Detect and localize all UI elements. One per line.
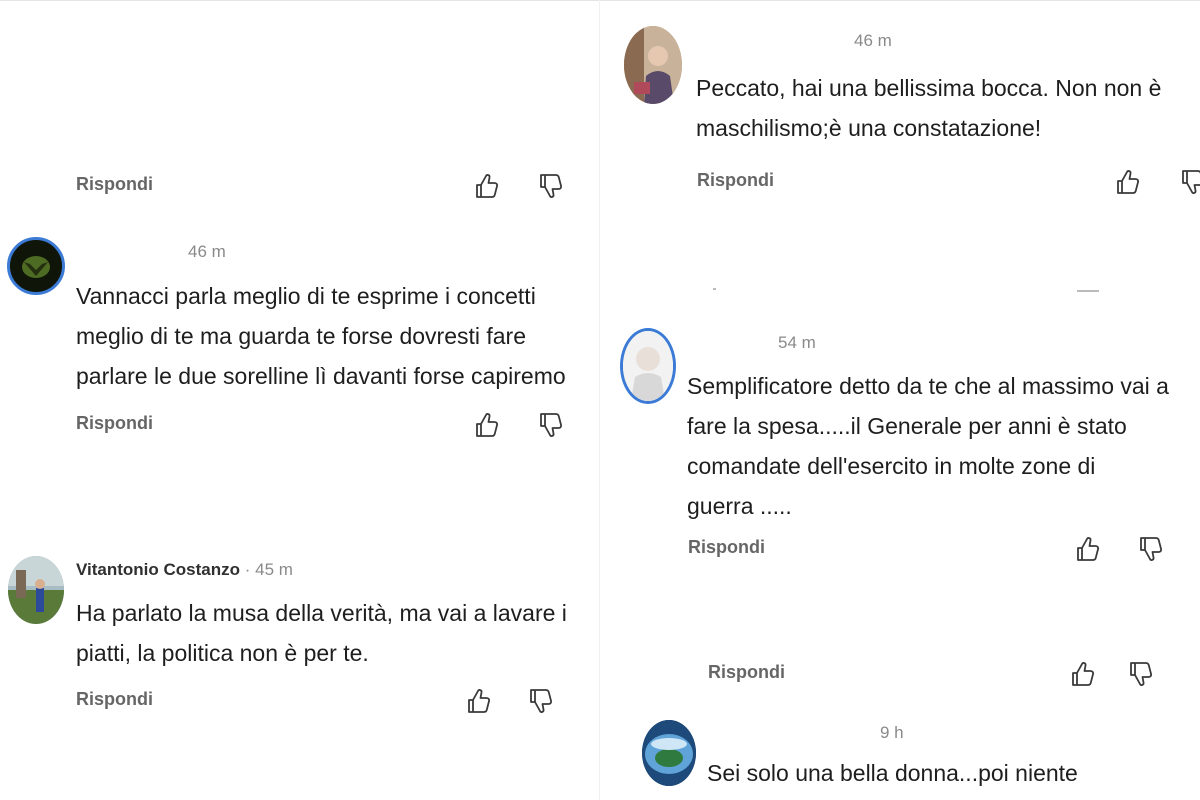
avatar[interactable] — [8, 556, 64, 624]
avatar[interactable] — [620, 328, 676, 404]
thumbs-down-icon[interactable] — [538, 411, 564, 439]
thumbs-down-icon[interactable] — [1128, 660, 1154, 688]
comment-text: Peccato, hai una bellissima bocca. Non n… — [696, 68, 1161, 148]
avatar[interactable] — [7, 237, 65, 295]
comment-line: guerra ..... — [687, 493, 792, 519]
comment-line: meglio di te ma guarda te forse dovresti… — [76, 323, 527, 349]
comment-author[interactable]: Vitantonio Costanzo — [76, 560, 240, 579]
reply-button[interactable]: Rispondi — [697, 170, 774, 191]
avatar[interactable] — [624, 26, 682, 104]
comment-timestamp: 46 m — [854, 31, 892, 50]
reply-button[interactable]: Rispondi — [76, 689, 153, 710]
thumbs-up-icon[interactable] — [1075, 535, 1101, 563]
comment-line: comandate dell'esercito in molte zone di — [687, 453, 1096, 479]
comment-line: Ha parlato la musa della verità, ma vai … — [76, 600, 567, 626]
top-divider — [600, 0, 1200, 13]
thumbs-up-icon[interactable] — [474, 172, 500, 200]
comment-line: fare la spesa.....il Generale per anni è… — [687, 413, 1127, 439]
thumbs-down-icon[interactable] — [1138, 535, 1164, 563]
comment-meta: Vitantonio Costanzo · 45 m — [76, 560, 293, 580]
comment-text: Ha parlato la musa della verità, ma vai … — [76, 593, 567, 673]
thumbs-down-icon[interactable] — [1180, 168, 1200, 196]
comment-timestamp: 54 m — [778, 333, 816, 352]
right-comments-panel: 46 m Peccato, hai una bellissima bocca. … — [600, 0, 1200, 800]
comment-line: Peccato, hai una bellissima bocca. Non n… — [696, 75, 1162, 101]
reply-button[interactable]: Rispondi — [688, 537, 765, 558]
comment-text: Sei solo una bella donna...poi niente — [707, 753, 1078, 793]
comment-line: Semplificatore detto da te che al massim… — [687, 373, 1169, 399]
comment-line: piatti, la politica non è per te. — [76, 640, 369, 666]
comment-line: parlare le due sorelline lì davanti fors… — [76, 363, 566, 389]
clipped-fragment — [1077, 290, 1099, 292]
avatar[interactable] — [642, 720, 696, 786]
comment-timestamp: 45 m — [255, 560, 293, 579]
reply-button[interactable]: Rispondi — [708, 662, 785, 683]
thumbs-down-icon[interactable] — [538, 172, 564, 200]
comment-timestamp: 9 h — [880, 723, 904, 742]
thumbs-up-icon[interactable] — [1115, 168, 1141, 196]
thumbs-down-icon[interactable] — [528, 687, 554, 715]
comment-line: Vannacci parla meglio di te esprime i co… — [76, 283, 536, 309]
comment-line: maschilismo;è una constatazione! — [696, 115, 1042, 141]
comment-line: Sei solo una bella donna...poi niente — [707, 760, 1078, 786]
comment-timestamp: 46 m — [188, 242, 226, 261]
top-divider — [0, 0, 600, 13]
reply-button[interactable]: Rispondi — [76, 174, 153, 195]
meta-separator: · — [240, 560, 256, 579]
thumbs-up-icon[interactable] — [1070, 660, 1096, 688]
comment-text: Semplificatore detto da te che al massim… — [687, 366, 1169, 526]
comment-text: Vannacci parla meglio di te esprime i co… — [76, 276, 566, 396]
left-comments-panel: Rispondi 46 m Vannacci parla meglio di t… — [0, 0, 600, 800]
reply-button[interactable]: Rispondi — [76, 413, 153, 434]
clipped-fragment — [713, 288, 716, 290]
thumbs-up-icon[interactable] — [466, 687, 492, 715]
thumbs-up-icon[interactable] — [474, 411, 500, 439]
